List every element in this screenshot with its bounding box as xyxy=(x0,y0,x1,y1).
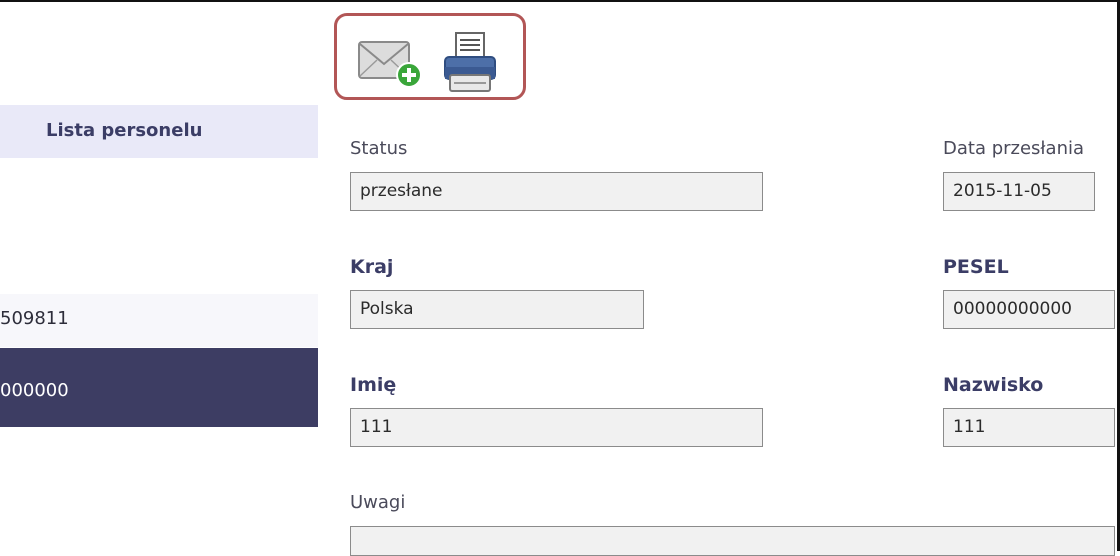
country-label: Kraj xyxy=(350,256,394,278)
mail-add-icon[interactable] xyxy=(357,38,423,88)
pesel-field[interactable]: 00000000000 xyxy=(943,290,1115,329)
send-date-field[interactable]: 2015-11-05 xyxy=(943,172,1095,211)
send-date-label: Data przesłania xyxy=(943,138,1085,159)
last-name-field[interactable]: 111 xyxy=(943,408,1115,447)
personnel-list-header: Lista personelu xyxy=(0,105,318,158)
last-name-label: Nazwisko xyxy=(943,374,1044,396)
print-icon[interactable] xyxy=(442,31,498,93)
pesel-label: PESEL xyxy=(943,256,1009,278)
personnel-id: 509811 xyxy=(0,308,69,329)
personnel-list-item[interactable]: 509811 xyxy=(0,294,318,347)
remarks-label: Uwagi xyxy=(350,492,406,513)
status-label: Status xyxy=(350,138,408,159)
action-toolbar xyxy=(334,13,526,100)
top-border xyxy=(0,0,1120,2)
country-field[interactable]: Polska xyxy=(350,290,644,329)
first-name-label: Imię xyxy=(350,374,397,396)
personnel-list-item-selected[interactable]: 000000 xyxy=(0,348,318,427)
personnel-list-title: Lista personelu xyxy=(46,120,203,141)
personnel-id: 000000 xyxy=(0,380,69,401)
remarks-field[interactable] xyxy=(350,526,1115,556)
first-name-field[interactable]: 111 xyxy=(350,408,763,447)
status-field[interactable]: przesłane xyxy=(350,172,763,211)
